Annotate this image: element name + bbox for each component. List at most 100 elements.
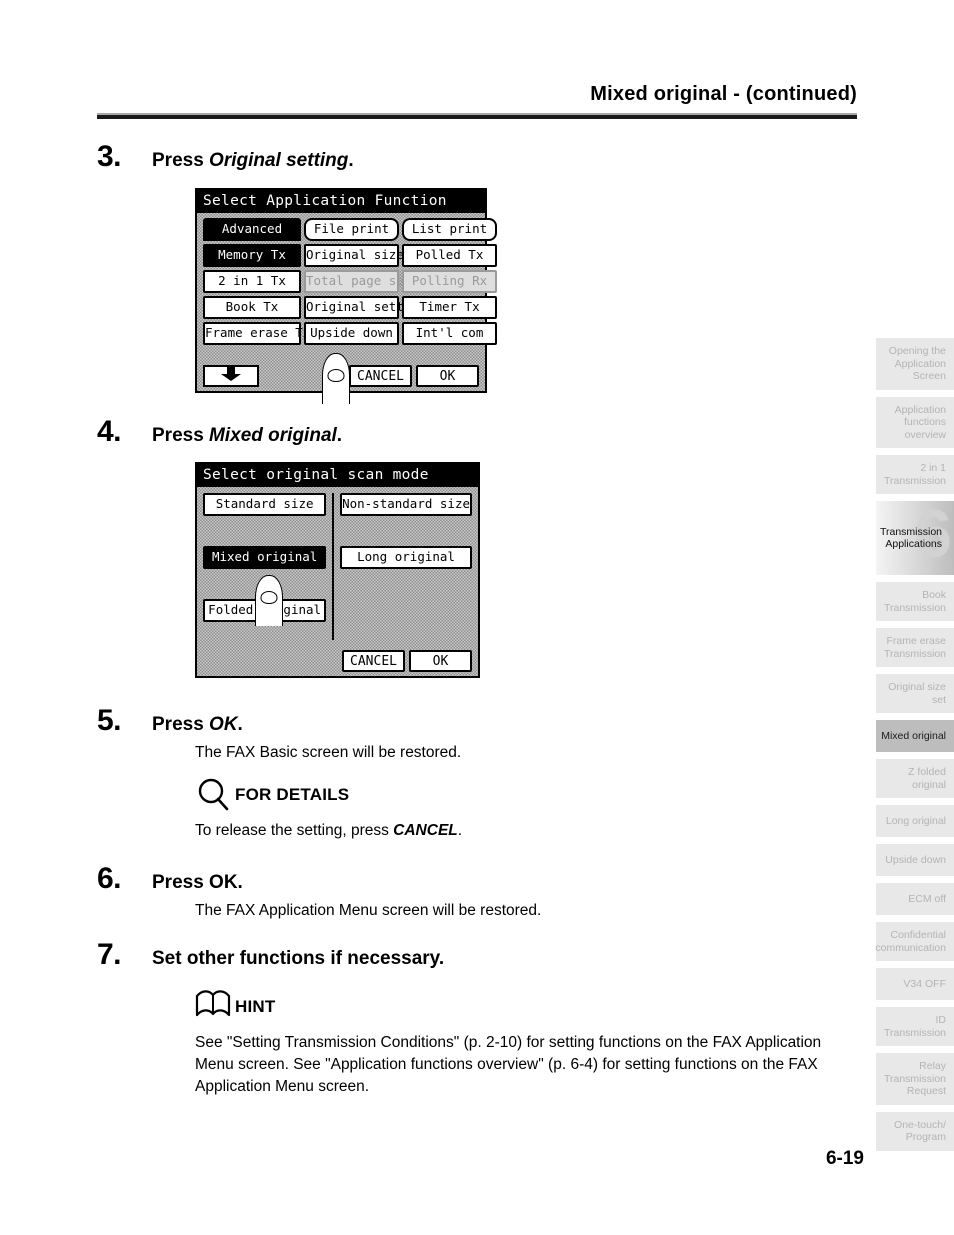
- lcd1-ok-button[interactable]: OK: [416, 365, 479, 387]
- lcd2-heading-standard-size: Standard size: [203, 493, 327, 516]
- step-5-title-emphasis: OK: [209, 714, 238, 735]
- index-tab-opening-the-application-screen[interactable]: Opening the Application Screen: [876, 338, 954, 390]
- lcd1-key-original-size-set[interactable]: Original size set: [304, 244, 434, 267]
- index-tab-line: Transmission: [883, 601, 946, 614]
- index-tab-line: Transmission: [883, 474, 946, 487]
- index-tab-line: ECM off: [908, 892, 946, 905]
- index-tab-line: V34 OFF: [903, 977, 946, 990]
- lcd1-key-memory-tx[interactable]: Memory Tx: [203, 244, 301, 267]
- lcd1-key-book-tx[interactable]: Book Tx: [203, 296, 301, 319]
- lcd1-scroll-down-button[interactable]: [203, 365, 259, 387]
- index-tab-line: Application: [894, 357, 946, 370]
- step-5-title: Press OK.: [152, 708, 243, 742]
- lcd2-right-column: Non-standard size Long original: [340, 493, 472, 640]
- step-5: 5. Press OK. The FAX Basic screen will b…: [97, 704, 867, 842]
- step-3-title-suffix: .: [348, 150, 354, 171]
- step-3-heading: 3. Press Original setting.: [97, 140, 867, 178]
- lcd2-right-gap-1: [340, 516, 472, 546]
- step-7-hint-text: See "Setting Transmission Conditions" (p…: [195, 1034, 822, 1095]
- lcd1-key-file-print[interactable]: File print: [304, 218, 399, 241]
- step-6-number: 6.: [97, 862, 122, 895]
- lcd2-columns: Standard size Mixed original Folded orig…: [203, 493, 472, 640]
- step-3-title-emphasis: Original setting: [209, 150, 349, 171]
- index-tab-line: Application: [894, 403, 946, 416]
- lcd-select-original-scan-mode: Select original scan mode Standard size …: [195, 462, 480, 678]
- index-tab-2-in-1-transmission[interactable]: 2 in 1 Transmission: [876, 455, 954, 494]
- lcd1-key-2-in-1-tx[interactable]: 2 in 1 Tx: [203, 270, 301, 293]
- index-tab-long-original[interactable]: Long original: [876, 805, 954, 837]
- step-5-release-note-suffix: .: [457, 822, 463, 839]
- step-4-title-suffix: .: [336, 425, 343, 446]
- index-tab-line: Original size set: [888, 681, 946, 706]
- step-5-number: 5.: [97, 704, 122, 737]
- lcd1-tab-advanced[interactable]: Advanced: [203, 218, 301, 241]
- index-tab-line: Upside down: [885, 853, 946, 866]
- step-3-number: 3.: [97, 140, 122, 173]
- index-tab-line: Transmission: [883, 1026, 946, 1039]
- index-tab-z-folded-original[interactable]: Z folded original: [876, 759, 954, 798]
- index-tab-relay-transmission-request[interactable]: Relay Transmission Request: [876, 1053, 954, 1105]
- step-5-heading: 5. Press OK.: [97, 704, 867, 742]
- lcd1-cancel-button[interactable]: CANCEL: [349, 365, 412, 387]
- step-6-description: The FAX Application Menu screen will be …: [195, 902, 542, 919]
- index-tab-original-size-set[interactable]: Original size set: [876, 674, 954, 713]
- index-tab-line: overview: [904, 428, 946, 441]
- page-header: Mixed original - (continued): [97, 82, 857, 119]
- index-tab-line: Applications: [885, 538, 942, 550]
- index-tab-line: Confidential: [890, 929, 946, 941]
- page-number: 6-19: [825, 1148, 864, 1169]
- step-4-heading: 4. Press Mixed original.: [97, 415, 867, 453]
- index-tab-id-transmission[interactable]: ID Transmission: [876, 1007, 954, 1046]
- lcd2-cancel-button[interactable]: CANCEL: [342, 650, 405, 672]
- index-tab-one-touch-program[interactable]: One-touch/ Program: [876, 1111, 954, 1151]
- step-5-description: The FAX Basic screen will be restored.: [195, 744, 462, 761]
- lcd1-key-frame-erase-tx[interactable]: Frame erase Tx: [203, 322, 310, 345]
- index-tab-line: Relay: [919, 1060, 946, 1072]
- index-tab-line: Mixed original: [881, 729, 946, 742]
- lcd1-key-original-setting[interactable]: Original setting: [304, 296, 426, 319]
- index-tab-mixed-original[interactable]: Mixed original: [876, 720, 954, 752]
- lcd2-key-long-original[interactable]: Long original: [340, 546, 472, 569]
- index-tab-line: Transmission: [879, 525, 942, 538]
- index-tab-upside-down[interactable]: Upside down: [876, 844, 954, 876]
- lcd1-key-timer-tx[interactable]: Timer Tx: [402, 296, 497, 319]
- step-3-title: Press Original setting.: [152, 144, 354, 178]
- index-tab-line: Long original: [885, 814, 946, 827]
- index-tab-line: ID: [935, 1014, 947, 1026]
- index-tab-line: Opening the: [888, 345, 946, 357]
- index-tab-application-functions-overview[interactable]: Application functions overview: [876, 396, 954, 448]
- step-4-number: 4.: [97, 415, 122, 448]
- lcd1-key-upside-down[interactable]: Upside down: [304, 322, 399, 345]
- index-tab-ecm-off[interactable]: ECM off: [876, 883, 954, 915]
- index-tab-line: functions: [903, 416, 946, 428]
- step-7-number: 7.: [97, 938, 122, 971]
- step-5-title-prefix: Press: [152, 714, 210, 735]
- lcd2-column-divider: [332, 493, 335, 640]
- lcd2-ok-button[interactable]: OK: [409, 650, 472, 672]
- lcd2-footer: CANCEL OK: [203, 650, 472, 672]
- step-5-title-suffix: .: [237, 714, 243, 735]
- down-arrow-icon: [220, 366, 242, 386]
- lcd1-key-polled-tx[interactable]: Polled Tx: [402, 244, 497, 267]
- index-tab-line: Program: [905, 1131, 946, 1143]
- index-tab-line: Transmission: [883, 647, 946, 660]
- index-tab-line: Transmission: [883, 1072, 946, 1085]
- step-6-heading: 6. Press OK.: [97, 862, 867, 900]
- index-tab-line: Screen: [912, 370, 946, 382]
- lcd1-title: Select Application Function: [197, 190, 485, 213]
- index-tab-confidential-communication[interactable]: Confidential communication: [875, 922, 954, 961]
- lcd2-key-mixed-original[interactable]: Mixed original: [203, 546, 327, 569]
- lcd1-key-intl-com[interactable]: Int'l com: [402, 322, 497, 345]
- page-title: Mixed original - (continued): [590, 83, 857, 105]
- step-6-title: Press OK.: [152, 872, 243, 893]
- lcd1-key-list-print[interactable]: List print: [402, 218, 497, 241]
- step-7-body: HINT See "Setting Transmission Condition…: [195, 990, 867, 1098]
- index-tab-v34-off[interactable]: V34 OFF: [876, 968, 954, 1000]
- index-tab-book-transmission[interactable]: Book Transmission: [876, 582, 954, 621]
- index-tab-transmission-applications[interactable]: 6 Transmission Applications: [876, 501, 954, 575]
- magnifier-icon: [195, 778, 233, 812]
- index-tab-line: Frame erase: [886, 635, 946, 647]
- page-footer: 6-19: [826, 1148, 864, 1170]
- step-3-title-prefix: Press: [152, 150, 210, 171]
- index-tab-frame-erase-transmission[interactable]: Frame erase Transmission: [876, 628, 954, 667]
